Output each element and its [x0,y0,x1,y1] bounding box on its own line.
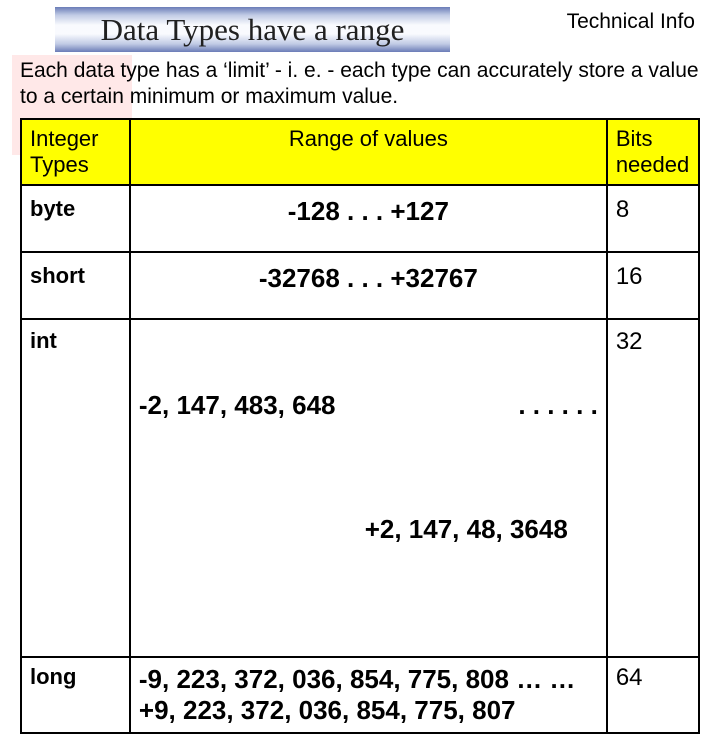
col-header-bits: Bits needed [607,119,699,185]
cell-type: byte [21,185,130,252]
table-header-row: Integer Types Range of values Bits neede… [21,119,699,185]
header-corner-label: Technical Info [567,10,695,34]
cell-type: short [21,252,130,319]
intro-text: Each data type has a ‘limit’ - i. e. - e… [20,58,700,111]
col-header-range: Range of values [130,119,607,185]
cell-range: -128 . . . +127 [130,185,607,252]
table-row: int -2, 147, 483, 648 . . . . . . +2, 14… [21,319,699,657]
col-header-type: Integer Types [21,119,130,185]
table-row: long -9, 223, 372, 036, 854, 775, 808 … … [21,657,699,733]
cell-bits: 8 [607,185,699,252]
cell-range: -2, 147, 483, 648 . . . . . . +2, 147, 4… [130,319,607,657]
table-row: byte -128 . . . +127 8 [21,185,699,252]
data-types-table: Integer Types Range of values Bits neede… [20,118,700,734]
int-low: -2, 147, 483, 648 [139,390,336,421]
title-bar: Data Types have a range [55,7,450,52]
cell-type: int [21,319,130,657]
int-dots: . . . . . . [518,390,597,421]
cell-range: -32768 . . . +32767 [130,252,607,319]
cell-range: -9, 223, 372, 036, 854, 775, 808 … …+9, … [130,657,607,733]
cell-bits: 64 [607,657,699,733]
cell-type: long [21,657,130,733]
cell-bits: 32 [607,319,699,657]
page-title: Data Types have a range [101,12,405,48]
table-row: short -32768 . . . +32767 16 [21,252,699,319]
cell-bits: 16 [607,252,699,319]
